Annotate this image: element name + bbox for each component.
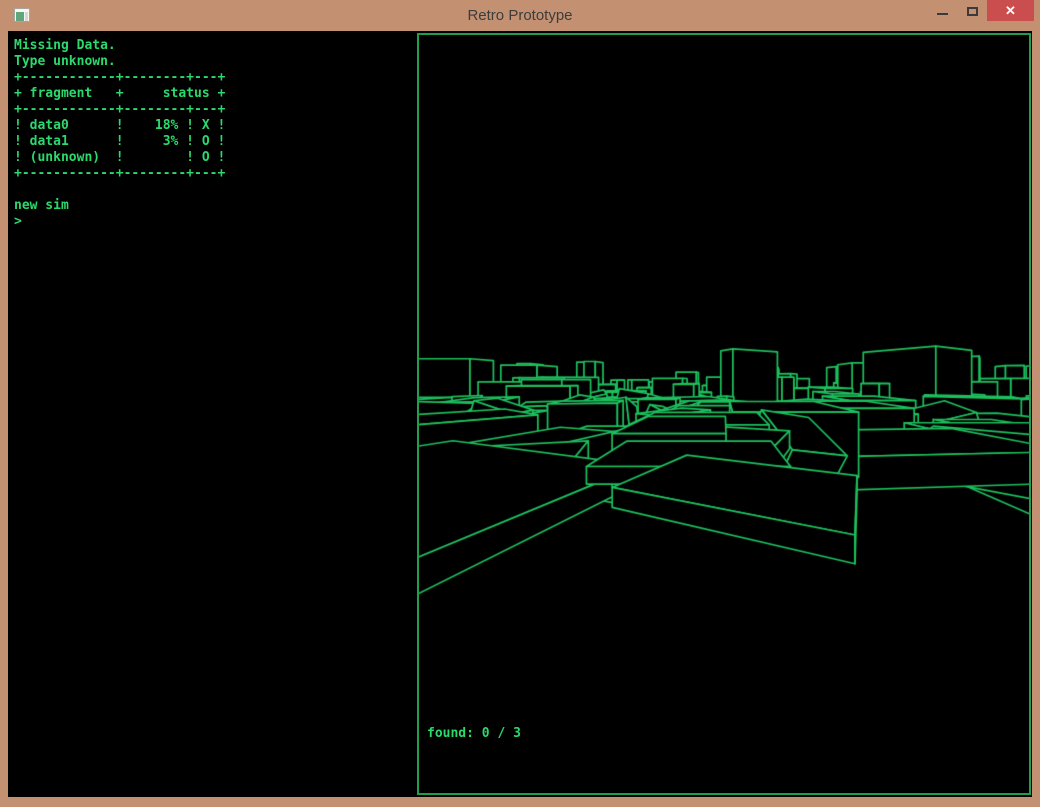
close-button[interactable]: ✕: [987, 0, 1034, 21]
terminal-history-line: new sim: [14, 198, 69, 214]
simulation-panel: found: 0 / 3: [417, 33, 1031, 795]
city-viewport[interactable]: [419, 35, 1029, 722]
maximize-button[interactable]: [957, 0, 987, 21]
minimize-icon: [937, 13, 948, 15]
app-window: Retro Prototype ✕ Missing Data. Type unk…: [0, 0, 1040, 807]
window-titlebar[interactable]: Retro Prototype ✕: [0, 0, 1040, 31]
window-title: Retro Prototype: [0, 0, 1040, 31]
minimize-button[interactable]: [927, 0, 957, 21]
command-prompt[interactable]: >: [14, 214, 22, 230]
status-bar: found: 0 / 3: [419, 722, 1029, 791]
terminal-output: Missing Data. Type unknown. +-----------…: [14, 38, 225, 182]
close-icon: ✕: [1005, 3, 1016, 19]
found-status: found: 0 / 3: [427, 726, 521, 742]
maximize-icon: [967, 7, 978, 16]
client-area: Missing Data. Type unknown. +-----------…: [8, 31, 1032, 797]
city-viewport-frame: [419, 35, 1029, 722]
